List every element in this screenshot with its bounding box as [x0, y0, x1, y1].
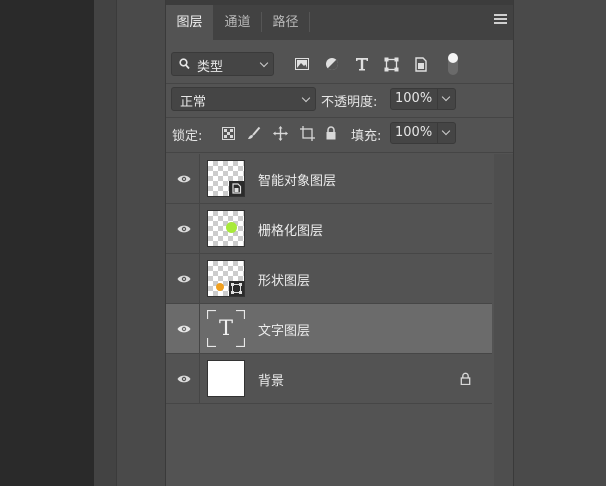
layer-name[interactable]: 栅格化图层 [258, 220, 323, 239]
blend-mode-select[interactable]: 正常 [171, 87, 316, 111]
eye-icon[interactable] [177, 173, 191, 188]
lock-label: 锁定: [172, 129, 203, 144]
divider [116, 0, 117, 486]
lock-artboard-icon[interactable] [298, 124, 316, 142]
layer-name[interactable]: 背景 [258, 370, 284, 389]
filter-toggle[interactable] [448, 53, 458, 75]
workspace-left-area [0, 0, 94, 486]
filter-kind-label: 类型 [197, 60, 224, 75]
filter-kind-select[interactable]: 类型 [171, 52, 274, 76]
layer-thumbnail[interactable] [207, 360, 245, 397]
opacity-label: 不透明度: [321, 95, 378, 110]
image-filter-icon[interactable] [293, 55, 311, 73]
panel-tab-bar: 图层 通道 路径 [166, 0, 513, 40]
layer-row-smart-object[interactable]: 智能对象图层 [166, 154, 492, 204]
opacity-value: 100% [395, 91, 433, 106]
panel-menu-icon[interactable] [494, 14, 507, 26]
opacity-dropdown-button[interactable] [437, 89, 455, 109]
layer-thumbnail[interactable] [207, 160, 245, 197]
layer-row-shape[interactable]: 形状图层 [166, 254, 492, 304]
layer-name[interactable]: 智能对象图层 [258, 170, 336, 189]
type-filter-icon[interactable] [353, 55, 371, 73]
shape-badge-icon [229, 281, 244, 296]
lock-all-icon[interactable] [322, 124, 340, 142]
tab-channels[interactable]: 通道 [214, 5, 261, 40]
fill-value: 100% [395, 125, 433, 140]
layer-row-background[interactable]: 背景 [166, 354, 492, 404]
lock-position-icon[interactable] [271, 124, 289, 142]
eye-icon[interactable] [177, 323, 191, 338]
lock-transparent-pixels-icon[interactable] [219, 124, 237, 142]
smart-object-filter-icon[interactable] [412, 55, 430, 73]
adjustment-filter-icon[interactable] [323, 55, 341, 73]
layer-thumbnail[interactable] [207, 260, 245, 297]
layer-row-text[interactable]: T 文字图层 [166, 304, 492, 354]
shape-filter-icon[interactable] [382, 55, 400, 73]
panel-dock-strip [94, 0, 116, 486]
layer-name[interactable]: 文字图层 [258, 320, 310, 339]
chevron-down-icon [441, 126, 451, 136]
eye-icon[interactable] [177, 223, 191, 238]
layer-name[interactable]: 形状图层 [258, 270, 310, 289]
lock-image-pixels-icon[interactable] [245, 124, 263, 142]
fill-dropdown-button[interactable] [437, 123, 455, 143]
chevron-down-icon [301, 93, 311, 103]
fill-label: 填充: [351, 129, 382, 144]
raster-dot [226, 222, 237, 233]
tab-layers[interactable]: 图层 [166, 5, 213, 40]
tab-paths[interactable]: 路径 [262, 5, 309, 40]
eye-icon[interactable] [177, 373, 191, 388]
opacity-input[interactable]: 100% [390, 88, 456, 110]
chevron-down-icon [259, 58, 269, 68]
smart-object-badge-icon [229, 181, 244, 196]
layers-panel: 图层 通道 路径 类型 正常 不透明度: 100% 锁定: 填充: 100% 智… [165, 0, 513, 486]
blend-mode-value: 正常 [180, 95, 207, 110]
layer-thumbnail[interactable] [207, 210, 245, 247]
scrollbar[interactable] [494, 154, 513, 486]
search-icon [179, 58, 190, 74]
layer-row-raster[interactable]: 栅格化图层 [166, 204, 492, 254]
layer-thumbnail[interactable]: T [207, 310, 245, 347]
lock-icon[interactable] [460, 372, 471, 389]
text-layer-glyph: T [218, 316, 233, 340]
chevron-down-icon [441, 92, 451, 102]
eye-icon[interactable] [177, 273, 191, 288]
fill-input[interactable]: 100% [390, 122, 456, 144]
shape-dot [216, 283, 224, 291]
